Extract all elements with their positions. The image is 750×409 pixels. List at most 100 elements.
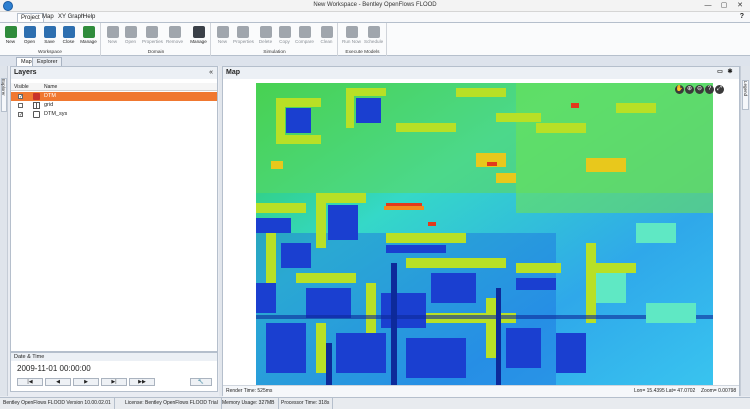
save-icon — [43, 26, 56, 38]
pan-hand-icon[interactable]: ✋ — [675, 85, 684, 94]
domain-remove-button[interactable]: Remove — [165, 25, 184, 49]
map-toolbar: ✋ ⊕ ⊖ ? ⤢ — [675, 85, 724, 94]
simulation-new-icon — [216, 26, 229, 38]
workspace-close-button[interactable]: Close — [59, 25, 78, 49]
simulation-copy-button[interactable]: Copy — [275, 25, 294, 49]
simulation-clean-button[interactable]: Clean — [317, 25, 336, 49]
title-bar: New Workspace - Bentley OpenFlows FLOOD … — [0, 0, 750, 12]
map-title: Map — [226, 69, 240, 76]
left-side-strip: Explorer — [0, 66, 8, 396]
map-window-icon[interactable]: ▭ — [717, 69, 723, 75]
minimize-button[interactable]: — — [700, 0, 716, 12]
zoom-out-icon[interactable]: ⊖ — [695, 85, 704, 94]
identify-help-icon[interactable]: ? — [705, 85, 714, 94]
time-controls: |◀ ◀ ▶ ▶| ▶▶ — [17, 378, 155, 386]
play-button[interactable]: ▶ — [73, 378, 99, 386]
domain-properties-button[interactable]: Properties — [142, 25, 163, 49]
collapse-icon[interactable]: « — [209, 67, 213, 79]
flood-map-canvas[interactable] — [256, 83, 713, 387]
layer-name: DTM — [44, 93, 56, 99]
workspace-manage-button[interactable]: Manage — [79, 25, 98, 49]
vector-layer-icon — [33, 111, 40, 118]
open-icon — [23, 26, 36, 38]
layers-header: Layers « — [11, 67, 217, 79]
tab-explorer[interactable]: Explorer — [32, 57, 63, 66]
settings-gear-icon[interactable]: ✱ — [727, 69, 733, 75]
simulation-properties-button[interactable]: Properties — [233, 25, 254, 49]
domain-open-icon — [124, 26, 137, 38]
layer-visible-checkbox[interactable]: ✓ — [18, 112, 23, 118]
next-step-button[interactable]: ▶| — [101, 378, 127, 386]
domain-manage-button[interactable]: Manage — [189, 25, 208, 49]
column-name[interactable]: Name — [44, 83, 57, 91]
side-tab-legend[interactable]: Legend — [742, 80, 749, 110]
side-tab-explorer[interactable]: Explorer — [1, 78, 7, 112]
last-step-button[interactable]: ▶▶ — [129, 378, 155, 386]
layer-visible-checkbox[interactable] — [18, 103, 23, 108]
flood-depth-raster — [256, 83, 713, 387]
processor-time: Processor Time: 318s — [278, 398, 334, 409]
map-status-bar: Render Time: 525ms Lon= 15.4395 Lat= 47.… — [223, 385, 739, 397]
domain-new-button[interactable]: New — [103, 25, 122, 49]
render-time: Render Time: 525ms — [226, 388, 273, 394]
version-text: Bentley OpenFlows FLOOD Version 10.00.02… — [0, 398, 115, 409]
simulation-properties-icon — [236, 26, 249, 38]
window-title: New Workspace - Bentley OpenFlows FLOOD — [313, 2, 437, 8]
wrench-icon[interactable]: 🔧 — [190, 378, 212, 386]
right-side-strip: Legend — [740, 66, 750, 396]
layer-row-dtm[interactable]: ✓ DTM — [11, 92, 217, 101]
layer-row-grid[interactable]: grid — [11, 101, 217, 110]
layer-row-dtm-sys[interactable]: ✓ DTM_sys — [11, 110, 217, 119]
manage-icon — [82, 26, 95, 38]
domain-remove-icon — [168, 26, 181, 38]
group-label-workspace: Workspace — [38, 50, 62, 55]
workspace-open-button[interactable]: Open — [20, 25, 39, 49]
map-panel: Map ▭ ✱ ✋ ⊕ ⊖ ? ⤢ Render Time: 525ms Lon… — [222, 66, 740, 397]
ribbon-group-domain: New Open Properties Remove Manage Domain — [102, 23, 211, 56]
group-label-execute-models: Execute Models — [345, 50, 380, 55]
maximize-button[interactable]: ▢ — [716, 0, 732, 12]
ribbon-group-execute-models: Run Now Schedule Execute Models — [339, 23, 387, 56]
layers-title: Layers — [14, 69, 37, 76]
domain-properties-icon — [145, 26, 158, 38]
domain-manage-icon — [192, 26, 205, 38]
schedule-icon — [367, 26, 380, 38]
simulation-delete-button[interactable]: Delete — [256, 25, 275, 49]
group-label-simulation: Simulation — [263, 50, 286, 55]
document-tabs: Map Explorer — [0, 56, 750, 66]
longitude-readout: Lon= 15.4395 — [634, 388, 665, 394]
run-now-button[interactable]: Run Now — [342, 25, 361, 49]
group-label-domain: Domain — [147, 50, 165, 55]
workspace-save-button[interactable]: Save — [40, 25, 59, 49]
zoom-readout: Zoom= 0.00798 — [701, 388, 737, 394]
column-visible[interactable]: Visible — [14, 83, 29, 91]
zoom-in-icon[interactable]: ⊕ — [685, 85, 694, 94]
latitude-readout: Lat= 47.0702 — [666, 388, 696, 394]
zoom-extent-icon[interactable]: ⤢ — [715, 85, 724, 94]
ribbon-group-workspace: New Open Save Close Manage Workspace — [0, 23, 101, 56]
ribbon: New Open Save Close Manage Workspace New… — [0, 22, 750, 56]
date-time-panel: Date & Time 2009-11-01 00:00:00 |◀ ◀ ▶ ▶… — [10, 352, 218, 392]
simulation-new-button[interactable]: New — [213, 25, 232, 49]
first-step-button[interactable]: |◀ — [17, 378, 43, 386]
new-icon — [4, 26, 17, 38]
ribbon-group-simulation: New Properties Delete Copy Compare Clean… — [212, 23, 338, 56]
map-header: Map ▭ ✱ — [223, 67, 739, 79]
date-time-title: Date & Time — [11, 353, 217, 361]
schedule-button[interactable]: Schedule — [364, 25, 383, 49]
menu-help[interactable]: Help — [80, 13, 98, 22]
domain-open-button[interactable]: Open — [121, 25, 140, 49]
layer-visible-checkbox[interactable]: ✓ — [18, 94, 23, 100]
simulation-copy-icon — [278, 26, 291, 38]
memory-usage: Memory Usage: 327MB — [219, 398, 279, 409]
simulation-clean-icon — [320, 26, 333, 38]
grid-layer-icon — [33, 102, 40, 109]
menu-bar: Project Map XY Graph Help ? — [0, 12, 750, 22]
simulation-compare-button[interactable]: Compare — [295, 25, 314, 49]
help-icon[interactable]: ? — [740, 13, 744, 20]
current-datetime: 2009-11-01 00:00:00 — [17, 364, 91, 373]
close-button[interactable]: ✕ — [732, 0, 748, 12]
layers-panel: Layers « Visible Name ✓ DTM grid ✓ DTM_s… — [10, 66, 218, 352]
previous-step-button[interactable]: ◀ — [45, 378, 71, 386]
workspace-new-button[interactable]: New — [1, 25, 20, 49]
